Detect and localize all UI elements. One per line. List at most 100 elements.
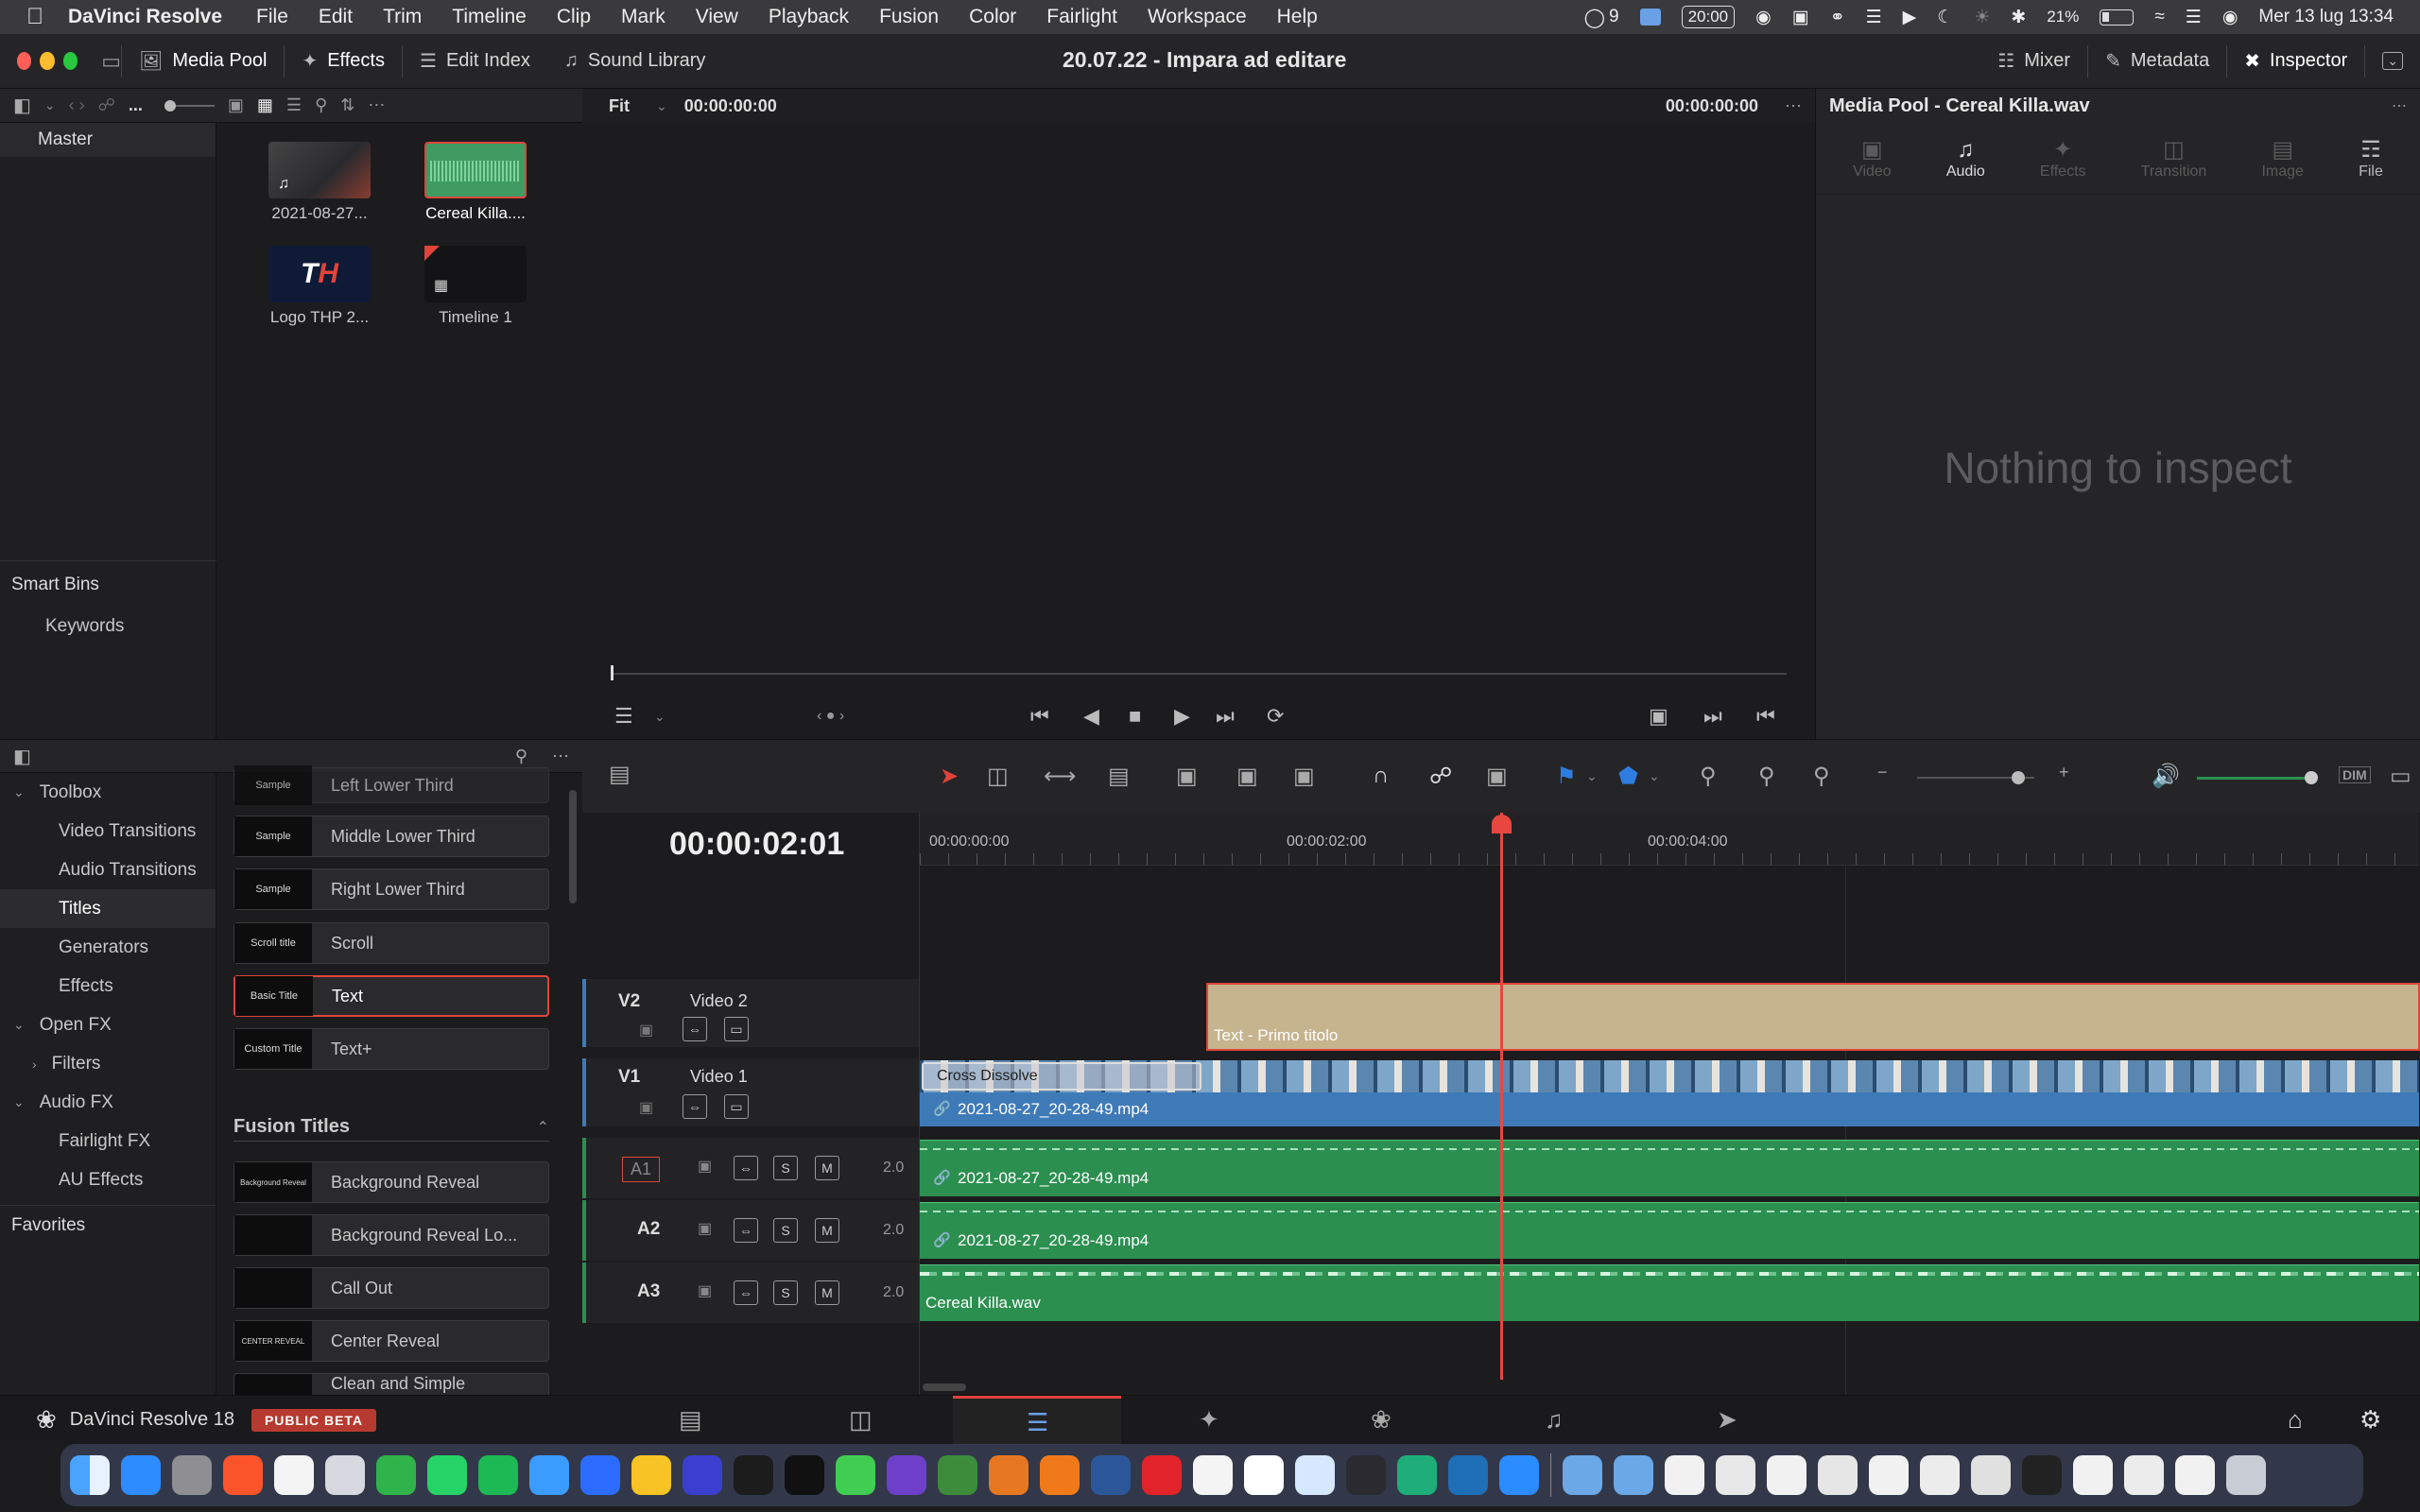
lock-icon[interactable]: ▣ <box>639 1021 653 1040</box>
audio-meter-icon[interactable]: ☰ <box>614 704 633 729</box>
edit-index-button[interactable]: ☰ Edit Index <box>403 34 547 89</box>
close-window-button[interactable] <box>17 52 32 70</box>
zoom-fit[interactable]: Fit <box>609 96 630 116</box>
options-icon[interactable]: ⋯ <box>368 95 385 115</box>
davinci-icon[interactable] <box>1346 1455 1386 1495</box>
cross-dissolve-transition[interactable]: Cross Dissolve <box>922 1062 1201 1091</box>
launchpad-icon[interactable] <box>325 1455 365 1495</box>
tree-effects[interactable]: Effects <box>0 967 216 1005</box>
viewer-scrubber[interactable] <box>611 665 1787 680</box>
loop-button[interactable]: ⟳ <box>1267 704 1284 729</box>
display-icon[interactable]: ▣ <box>1792 7 1809 28</box>
thumb-size-slider[interactable] <box>164 99 215 112</box>
title-scroll[interactable]: Scroll title Scroll <box>233 922 549 964</box>
lock-icon[interactable]: ▣ <box>639 1098 653 1117</box>
chevron-down-icon[interactable]: ⌄ <box>654 709 666 725</box>
menu-file[interactable]: File <box>256 6 288 28</box>
tree-fairlight-fx[interactable]: Fairlight FX <box>0 1122 216 1160</box>
title-middle-lower-third[interactable]: Sample Middle Lower Third <box>233 816 549 857</box>
menu-playback[interactable]: Playback <box>769 6 849 28</box>
sidebar-toggle-icon[interactable]: ◧ <box>13 94 31 117</box>
menu-trim[interactable]: Trim <box>383 6 422 28</box>
nav-back-icon[interactable]: ‹ › <box>69 95 85 115</box>
list-scrollbar[interactable] <box>569 790 577 903</box>
calendar-icon[interactable] <box>274 1455 314 1495</box>
title-text[interactable]: Basic Title Text <box>233 975 549 1017</box>
brightness-icon[interactable]: ☀ <box>1974 7 1990 28</box>
tree-titles[interactable]: Titles <box>0 889 216 928</box>
document-thumb-icon[interactable] <box>1971 1455 2011 1495</box>
list-view-icon[interactable]: ☰ <box>286 95 302 115</box>
play-button[interactable]: ▶ <box>1174 704 1190 729</box>
lock-icon[interactable]: ▣ <box>698 1281 712 1300</box>
leaf-icon[interactable] <box>938 1455 977 1495</box>
clip-thumb-2021[interactable]: ♫ 2021-08-27... <box>268 142 376 223</box>
color-page-icon[interactable]: ❀ <box>1371 1405 1392 1435</box>
meter-toggle-icon[interactable]: ▭ <box>2390 763 2411 790</box>
bin-master[interactable]: Master <box>0 123 216 157</box>
clion-icon[interactable] <box>785 1455 824 1495</box>
matlab-icon[interactable] <box>989 1455 1028 1495</box>
terminal-icon[interactable] <box>734 1455 773 1495</box>
fusion-page-icon[interactable]: ✦ <box>1199 1405 1219 1435</box>
tab-image[interactable]: ▤ Image <box>2261 136 2303 180</box>
more-label[interactable]: ... <box>129 95 143 115</box>
document-thumb-icon[interactable] <box>1665 1455 1704 1495</box>
menu-mark[interactable]: Mark <box>621 6 666 28</box>
effects-options-icon[interactable]: ⋯ <box>552 747 569 766</box>
menu-fairlight[interactable]: Fairlight <box>1046 6 1117 28</box>
viewer-canvas[interactable] <box>582 123 1815 647</box>
chevron-down-icon[interactable]: ⌄ <box>44 97 56 113</box>
dim-button[interactable]: DIM <box>2339 766 2371 783</box>
link-icon[interactable]: ☍ <box>98 95 115 115</box>
title-right-lower-third[interactable]: Sample Right Lower Third <box>233 868 549 910</box>
clip-thumb-logo-thp[interactable]: TH Logo THP 2... <box>268 246 376 327</box>
vscode-icon[interactable] <box>1448 1455 1488 1495</box>
stop-button[interactable]: ■ <box>1129 704 1141 729</box>
clip-audio-a2[interactable]: 🔗 2021-08-27_20-28-49.mp4 <box>920 1202 2419 1259</box>
track-enable-icon[interactable]: ▭ <box>724 1017 749 1041</box>
smart-bin-keywords[interactable]: Keywords <box>0 607 124 645</box>
auto-select-icon[interactable]: ⇔ <box>683 1094 707 1119</box>
document-thumb-icon[interactable] <box>1767 1455 1806 1495</box>
fusion-center-reveal[interactable]: CENTER REVEAL Center Reveal <box>233 1320 549 1362</box>
solo-button[interactable]: S <box>773 1280 798 1305</box>
flag-icon[interactable]: ⚑ <box>1556 763 1577 790</box>
clip-video-v1[interactable]: Cross Dissolve 🔗 2021-08-27_20-28-49.mp4 <box>920 1060 2419 1126</box>
timeline-ruler[interactable]: 00:00:00:00 00:00:02:00 00:00:04:00 <box>920 813 2419 866</box>
volume-slider[interactable] <box>2197 771 2318 784</box>
link-clips-icon[interactable]: ☍ <box>1429 763 1452 790</box>
step-back-button[interactable]: ◀ <box>1083 704 1099 729</box>
app-store-icon[interactable] <box>121 1455 161 1495</box>
wifi-icon[interactable]: ≈ <box>2154 7 2164 27</box>
audio-fx-section[interactable]: ⌄ Audio FX <box>0 1083 216 1122</box>
menu-clip[interactable]: Clip <box>557 6 591 28</box>
finder-icon[interactable] <box>70 1455 110 1495</box>
xcode-icon[interactable] <box>1295 1455 1335 1495</box>
system-settings-icon[interactable] <box>172 1455 212 1495</box>
mute-button[interactable]: M <box>815 1156 839 1180</box>
downloads-folder-icon[interactable] <box>1563 1455 1602 1495</box>
zoom-custom-icon[interactable]: ⚲ <box>1813 763 1830 790</box>
collapse-toolbar-button[interactable]: ⌄ <box>2365 34 2420 89</box>
trash-icon[interactable] <box>2226 1455 2266 1495</box>
clip-thumb-timeline-1[interactable]: ▦ Timeline 1 <box>424 246 532 327</box>
moon-icon[interactable]: ☾ <box>1937 7 1953 28</box>
clip-title-v2[interactable]: Text - Primo titolo <box>1206 983 2420 1051</box>
chevron-down-icon[interactable]: ⌄ <box>1649 768 1660 784</box>
fairlight-page-icon[interactable]: ♫ <box>1545 1405 1564 1435</box>
insert-clip-icon[interactable]: ▣ <box>1176 763 1198 790</box>
next-edit-button[interactable]: ⏭ <box>1703 704 1722 729</box>
bluetooth-icon[interactable]: ✱ <box>2011 7 2026 28</box>
zoom-out-icon[interactable]: − <box>1877 763 1888 782</box>
deliver-page-icon[interactable]: ➤ <box>1717 1405 1737 1435</box>
track-enable-icon[interactable]: ▭ <box>724 1094 749 1119</box>
sync-icon[interactable] <box>376 1455 416 1495</box>
tree-video-transitions[interactable]: Video Transitions <box>0 812 216 850</box>
document-thumb-icon[interactable] <box>1869 1455 1909 1495</box>
workspace-toggle-icon[interactable]: ▭ <box>101 49 121 74</box>
tab-file[interactable]: ☶ File <box>2359 136 2383 180</box>
sidebar-toggle-icon[interactable]: ◧ <box>13 745 31 768</box>
search-icon[interactable]: ⚲ <box>515 747 527 766</box>
tab-audio[interactable]: ♫ Audio <box>1946 137 1985 180</box>
